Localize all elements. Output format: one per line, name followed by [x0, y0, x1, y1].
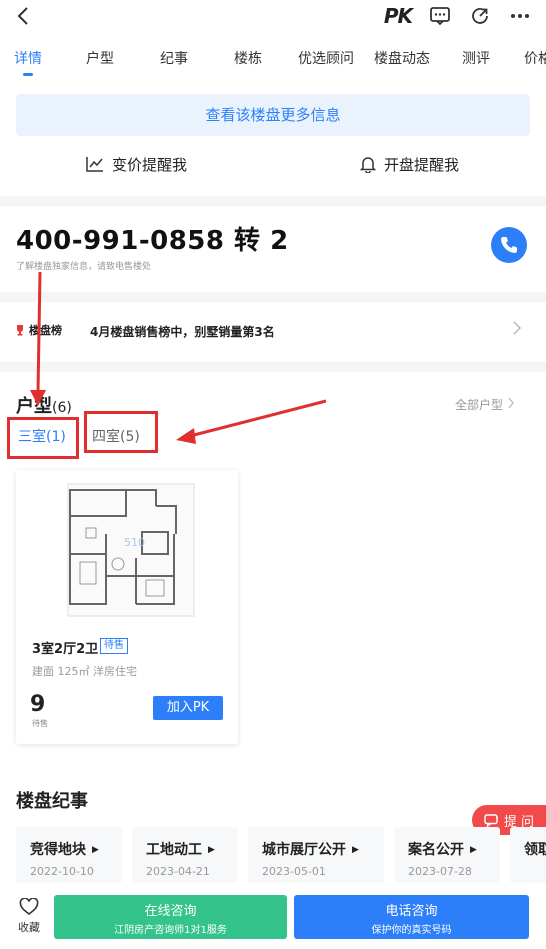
online-consult-sub: 江阴房产咨询师1对1服务 — [114, 925, 227, 936]
events-title: 楼盘纪事 — [16, 791, 88, 812]
pk-button[interactable]: PK — [384, 4, 413, 28]
favorite-label: 收藏 — [18, 921, 40, 934]
event-item[interactable]: 案名公开 2023-07-28 — [394, 827, 500, 883]
floorplan-price-label: 待售 — [32, 719, 48, 728]
top-bar: PK — [0, 0, 546, 36]
phone-consult-label: 电话咨询 — [385, 904, 438, 919]
tab-advisors[interactable]: 优选顾问 — [276, 44, 368, 74]
trophy-icon — [17, 325, 23, 336]
rank-badge-label: 楼盘榜 — [29, 324, 62, 337]
event-date: 2023-04-21 — [146, 865, 210, 878]
more-info-button[interactable]: 查看该楼盘更多信息 — [16, 94, 530, 136]
rank-text: 4月楼盘销售榜中，别墅销量第3名 — [90, 325, 275, 339]
tab-news[interactable]: 楼盘动态 — [368, 44, 444, 74]
divider — [0, 362, 546, 372]
divider — [0, 196, 546, 206]
favorite-button[interactable]: 收藏 — [14, 897, 44, 935]
tab-buildings[interactable]: 楼栋 — [202, 44, 276, 74]
floorplan-price: 9 — [30, 692, 46, 717]
sales-rank-row[interactable]: 楼盘榜 4月楼盘销售榜中，别墅销量第3名 — [0, 306, 546, 356]
section-tabs: 详情 户型 纪事 楼栋 优选顾问 楼盘动态 测评 价格 — [0, 44, 546, 80]
message-icon[interactable] — [428, 4, 452, 28]
event-item[interactable]: 工地动工 2023-04-21 — [132, 827, 238, 883]
all-house-types-label: 全部户型 — [455, 398, 504, 412]
floorplan-meta: 建面 125㎡ 洋房住宅 — [32, 665, 137, 678]
event-name: 城市展厅公开 — [262, 839, 370, 859]
call-button[interactable] — [491, 227, 527, 263]
all-house-types-link[interactable]: 全部户型 — [455, 396, 515, 413]
opening-alert-button[interactable]: 开盘提醒我 — [273, 146, 546, 182]
add-pk-button[interactable]: 加入PK — [153, 696, 223, 720]
phone-consult-sub: 保护你的真实号码 — [371, 925, 452, 936]
event-name: 领取 — [524, 842, 546, 858]
events-list: 竞得地块 2022-10-10 工地动工 2023-04-21 城市展厅公开 2… — [16, 827, 546, 883]
back-chevron-icon[interactable] — [12, 4, 36, 28]
event-name: 工地动工 — [146, 839, 224, 859]
tab-price[interactable]: 价格 — [504, 44, 546, 74]
bell-icon — [359, 156, 376, 173]
house-types-count: (6) — [52, 400, 72, 416]
floorplan-title: 3室2厅2卫 — [32, 642, 99, 657]
trend-chart-icon — [86, 157, 103, 172]
price-alert-label: 变价提醒我 — [111, 155, 187, 174]
chat-bubble-icon — [484, 813, 498, 827]
event-item[interactable]: 竞得地块 2022-10-10 — [16, 827, 122, 883]
event-item[interactable]: 领取 — [510, 827, 546, 883]
phone-consult-button[interactable]: 电话咨询 保护你的真实号码 — [294, 895, 529, 939]
chevron-right-icon — [512, 320, 522, 340]
chevron-right-icon — [508, 397, 514, 409]
opening-alert-label: 开盘提醒我 — [383, 155, 459, 174]
heart-icon — [19, 897, 39, 916]
annotation-box — [7, 417, 79, 459]
price-alert-button[interactable]: 变价提醒我 — [0, 146, 273, 182]
house-types-title-text: 户型 — [16, 396, 52, 417]
bottom-action-bar: 收藏 在线咨询 江阴房产咨询师1对1服务 电话咨询 保护你的真实号码 — [0, 890, 546, 949]
tab-details[interactable]: 详情 — [0, 44, 56, 76]
phone-icon — [501, 237, 517, 253]
event-item[interactable]: 城市展厅公开 2023-05-01 — [248, 827, 384, 883]
top-actions: PK — [384, 4, 532, 28]
event-date: 2023-05-01 — [262, 865, 326, 878]
floorplan-image: 510 — [67, 483, 195, 617]
event-date: 2023-07-28 — [408, 865, 472, 878]
floorplan-card[interactable]: 510 3室2厅2卫 待售 建面 125㎡ 洋房住宅 9 待售 加入PK — [16, 470, 238, 744]
online-consult-button[interactable]: 在线咨询 江阴房产咨询师1对1服务 — [54, 895, 287, 939]
house-types-title: 户型(6) — [16, 392, 72, 418]
rank-badge: 楼盘榜 — [14, 322, 62, 338]
online-consult-label: 在线咨询 — [144, 904, 197, 919]
svg-text:510: 510 — [124, 536, 145, 549]
sale-status-badge: 待售 — [100, 638, 128, 654]
tab-timeline[interactable]: 纪事 — [128, 44, 202, 74]
annotation-box — [84, 411, 158, 453]
event-name: 案名公开 — [408, 839, 486, 859]
tab-review[interactable]: 测评 — [444, 44, 504, 74]
sales-phone-number: 400-991-0858 转 2 — [16, 226, 289, 256]
share-icon[interactable] — [468, 4, 492, 28]
tab-floorplans[interactable]: 户型 — [56, 44, 128, 74]
divider — [0, 292, 546, 302]
phone-subtitle: 了解楼盘独家信息，请致电售楼处 — [16, 262, 152, 272]
event-name: 竞得地块 — [30, 839, 108, 859]
reminder-row: 变价提醒我 开盘提醒我 — [0, 146, 546, 182]
event-date: 2022-10-10 — [30, 865, 94, 878]
more-dots-icon[interactable] — [508, 4, 532, 28]
